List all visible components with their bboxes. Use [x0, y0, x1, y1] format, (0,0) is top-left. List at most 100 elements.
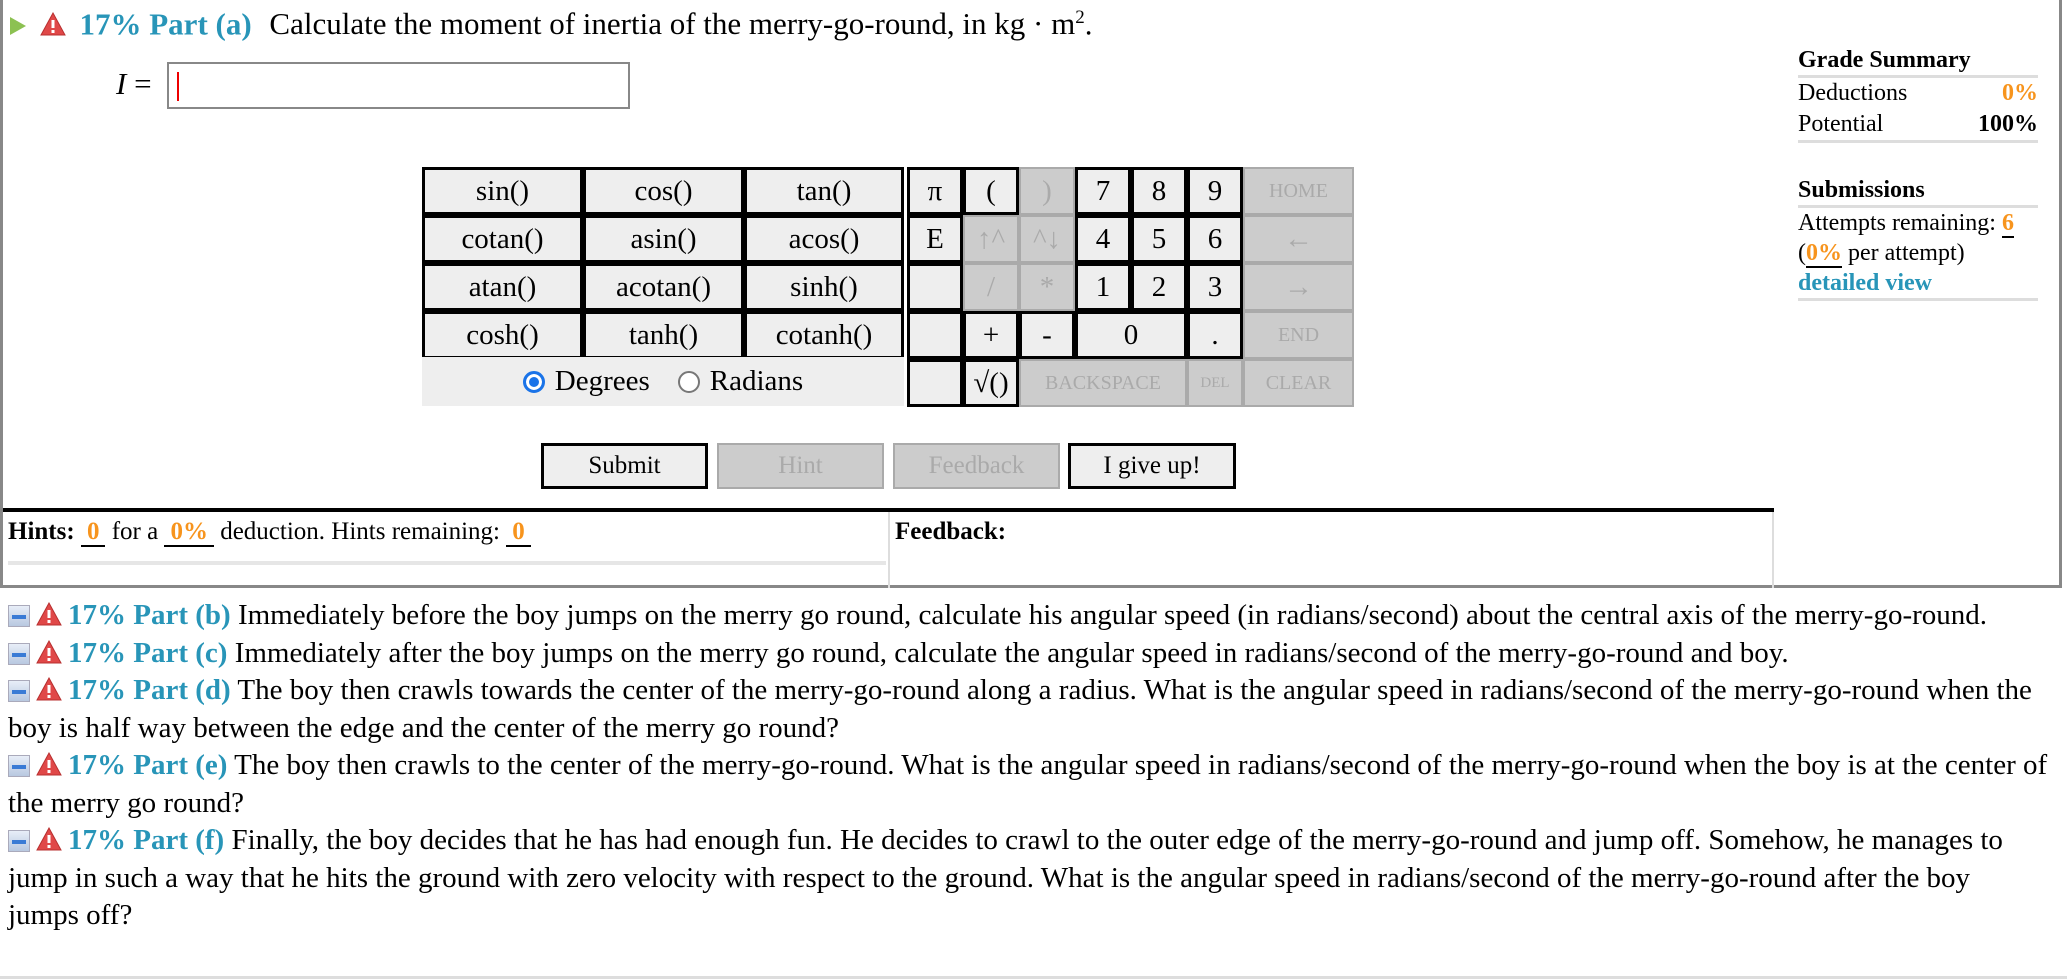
- part-label[interactable]: 17% Part (f): [68, 824, 224, 856]
- part-label[interactable]: 17% Part (e): [68, 749, 227, 781]
- function-key[interactable]: atan(): [422, 263, 583, 311]
- part-a-label: 17% Part (a): [79, 6, 252, 42]
- part-a-header: 17% Part (a) Calculate the moment of ine…: [10, 0, 1092, 42]
- key-5[interactable]: 5: [1131, 215, 1187, 263]
- angle-mode-selector: Degrees Radians: [422, 357, 904, 406]
- period: .: [1084, 6, 1093, 42]
- hints-deduction: 0%: [164, 518, 214, 547]
- part-question: Immediately before the boy jumps on the …: [237, 599, 1988, 631]
- function-key[interactable]: asin(): [583, 215, 744, 263]
- key-7[interactable]: 7: [1075, 167, 1131, 215]
- pi-key[interactable]: π: [907, 167, 963, 215]
- part-item: 17% Part (c) Immediately after the boy j…: [8, 635, 2048, 673]
- plus-key[interactable]: +: [963, 311, 1019, 359]
- cursor-right-key: →: [1243, 263, 1354, 311]
- key-4[interactable]: 4: [1075, 215, 1131, 263]
- e-key[interactable]: E: [907, 215, 963, 263]
- hints-remaining: 0: [506, 518, 531, 547]
- blank-key: [907, 359, 963, 407]
- expand-icon[interactable]: [8, 605, 30, 627]
- right-paren-key: ): [1019, 167, 1075, 215]
- radians-label[interactable]: Radians: [710, 365, 803, 398]
- home-key: HOME: [1243, 167, 1354, 215]
- part-label[interactable]: 17% Part (b): [68, 599, 231, 631]
- expand-icon[interactable]: [8, 830, 30, 852]
- answer-label: I =: [116, 66, 152, 102]
- part-label[interactable]: 17% Part (d): [68, 674, 231, 706]
- function-key[interactable]: cos(): [583, 167, 744, 215]
- submissions-title: Submissions: [1798, 175, 2038, 208]
- hints-remaining-label: deduction. Hints remaining:: [220, 518, 500, 545]
- column-divider: [888, 512, 890, 588]
- divide-key: /: [963, 263, 1019, 311]
- function-key[interactable]: cotanh(): [744, 311, 904, 359]
- left-paren-key[interactable]: (: [963, 167, 1019, 215]
- give-up-button[interactable]: I give up!: [1068, 443, 1236, 489]
- part-label[interactable]: 17% Part (c): [68, 637, 227, 669]
- feedback-label: Feedback:: [895, 518, 1007, 545]
- expand-icon[interactable]: [8, 680, 30, 702]
- part-question: The boy then crawls to the center of the…: [8, 749, 2048, 819]
- backspace-key: BACKSPACE: [1019, 359, 1187, 407]
- superscript-up-key: ↑^: [963, 215, 1019, 263]
- part-item: 17% Part (b) Immediately before the boy …: [8, 597, 2048, 635]
- hint-area-divider: [8, 561, 886, 565]
- potential-label: Potential: [1798, 111, 1884, 137]
- blank-key: [907, 263, 963, 311]
- part-a-question: Calculate the moment of inertia of the m…: [269, 6, 1076, 42]
- function-key[interactable]: sinh(): [744, 263, 904, 311]
- warning-icon: [36, 677, 62, 701]
- minus-key[interactable]: -: [1019, 311, 1075, 359]
- function-key[interactable]: acotan(): [583, 263, 744, 311]
- hint-button: Hint: [717, 443, 884, 489]
- multiply-key: *: [1019, 263, 1075, 311]
- key-0[interactable]: 0: [1075, 311, 1187, 359]
- warning-icon: [36, 639, 62, 663]
- column-divider: [1772, 512, 1774, 588]
- parts-list: 17% Part (b) Immediately before the boy …: [8, 597, 2048, 935]
- key-9[interactable]: 9: [1187, 167, 1243, 215]
- key-2[interactable]: 2: [1131, 263, 1187, 311]
- function-key[interactable]: cosh(): [422, 311, 583, 359]
- answer-input[interactable]: [167, 62, 630, 109]
- expand-icon[interactable]: [8, 755, 30, 777]
- part-item: 17% Part (f) Finally, the boy decides th…: [8, 822, 2048, 935]
- play-icon[interactable]: [10, 17, 26, 36]
- function-key[interactable]: tanh(): [583, 311, 744, 359]
- warning-icon: [39, 12, 66, 36]
- detailed-view-link[interactable]: detailed view: [1798, 270, 1932, 296]
- key-6[interactable]: 6: [1187, 215, 1243, 263]
- hints-status: Hints: 0 for a 0% deduction. Hints remai…: [8, 518, 531, 547]
- part-question: The boy then crawls towards the center o…: [8, 674, 2032, 744]
- equals-sign: =: [126, 66, 152, 101]
- deductions-value: 0%: [2002, 80, 2038, 106]
- part-item: 17% Part (d) The boy then crawls towards…: [8, 672, 2048, 747]
- key-8[interactable]: 8: [1131, 167, 1187, 215]
- per-attempt-value: 0%: [1806, 240, 1842, 268]
- feedback-button: Feedback: [893, 443, 1060, 489]
- function-key[interactable]: tan(): [744, 167, 904, 215]
- deductions-label: Deductions: [1798, 80, 1908, 106]
- grade-summary-title: Grade Summary: [1798, 45, 2038, 78]
- submit-button[interactable]: Submit: [541, 443, 708, 489]
- superscript: 2: [1075, 7, 1085, 28]
- expand-icon[interactable]: [8, 642, 30, 665]
- function-key[interactable]: cotan(): [422, 215, 583, 263]
- part-question: Immediately after the boy jumps on the m…: [234, 636, 1789, 669]
- key-1[interactable]: 1: [1075, 263, 1131, 311]
- degrees-radio[interactable]: [522, 370, 545, 393]
- hints-for-a-text: for a: [111, 518, 159, 545]
- sqrt-key[interactable]: √(): [963, 359, 1019, 407]
- warning-icon: [36, 827, 62, 851]
- function-key[interactable]: acos(): [744, 215, 904, 263]
- degrees-label[interactable]: Degrees: [555, 365, 650, 398]
- decimal-key[interactable]: .: [1187, 311, 1243, 359]
- warning-icon: [36, 752, 62, 776]
- radians-radio[interactable]: [677, 370, 700, 393]
- key-3[interactable]: 3: [1187, 263, 1243, 311]
- function-key[interactable]: sin(): [422, 167, 583, 215]
- clear-key: CLEAR: [1243, 359, 1354, 407]
- cursor-left-key: ←: [1243, 215, 1354, 263]
- hints-label: Hints:: [8, 518, 75, 545]
- divider: [0, 976, 2067, 979]
